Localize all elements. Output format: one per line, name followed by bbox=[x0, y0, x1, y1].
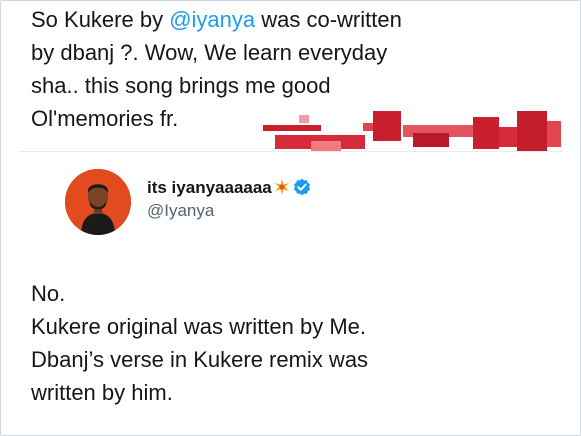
display-name[interactable]: its iyanyaaaaaa bbox=[147, 178, 311, 201]
collision-sparkle-icon bbox=[274, 179, 290, 200]
avatar-portrait-icon bbox=[65, 169, 131, 235]
tweet-divider bbox=[19, 151, 562, 152]
mention-link[interactable]: @iyanya bbox=[169, 7, 255, 32]
tweet-screenshot: So Kukere by @iyanya was co-written by d… bbox=[0, 0, 581, 436]
avatar[interactable] bbox=[65, 169, 131, 235]
display-name-text: its iyanyaaaaaa bbox=[147, 178, 272, 197]
redaction-scribble bbox=[263, 111, 561, 151]
user-handle[interactable]: @Iyanya bbox=[147, 201, 214, 221]
verified-badge-icon bbox=[293, 178, 311, 201]
reply-tweet-text: No. Kukere original was written by Me. D… bbox=[31, 281, 369, 405]
quoted-text-start: So Kukere by bbox=[31, 7, 170, 32]
